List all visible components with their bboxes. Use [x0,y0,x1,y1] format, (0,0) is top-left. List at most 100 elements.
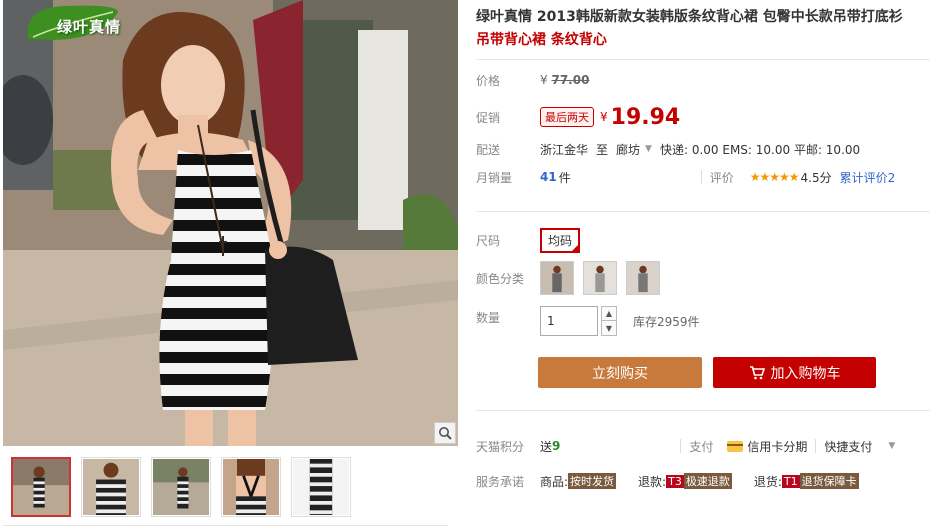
service-tag: 退货保障卡 [799,473,859,489]
cart-icon [749,365,765,380]
promo-badge: 最后两天 [540,107,594,127]
thumbnail-image [13,459,69,515]
size-option-selected[interactable]: 均码 [540,227,581,253]
color-swatch-2[interactable] [583,261,617,295]
thumbnail-image [83,459,139,515]
qty-decrease-icon[interactable]: ▼ [601,321,617,336]
sales-row: 月销量 41 件 评价 ★★★★★ 4.5分 累计评价2 [476,166,895,188]
swatch-image [584,262,616,294]
service-prefix: 退货: [753,474,782,489]
service-fast-refund[interactable]: 退款: T3 极速退款 [638,473,732,490]
swatch-image [541,262,573,294]
points-row: 天猫积分 送 9 支付 信用卡分期 快捷支付 ▼ [476,435,895,457]
product-title: 绿叶真情 2013韩版新款女装韩版条纹背心裙 包臀中长款吊带打底衫 [476,9,903,25]
thumbnail-image [153,459,209,515]
shipping-label: 配送 [476,142,501,157]
price-row: 价格 ¥ 77.00 [476,69,589,91]
color-label: 颜色分类 [476,271,525,286]
promo-row: 促销 最后两天 ¥ 19.94 [476,104,680,130]
size-row: 尺码 均码 [476,227,581,253]
sales-unit: 件 [558,170,571,185]
qty-increase-icon[interactable]: ▲ [601,306,617,321]
product-title-block: 绿叶真情 2013韩版新款女装韩版条纹背心裙 包臀中长款吊带打底衫 吊带背心裙 … [476,6,926,51]
points-divider [476,410,930,411]
thumbnail-5[interactable] [291,457,351,517]
reviews-link[interactable]: 累计评价2 [840,169,896,186]
quick-pay-option[interactable]: 快捷支付 [824,438,872,455]
points-value: 9 [552,439,561,453]
rating-score: 4.5分 [800,170,832,185]
service-ontime-shipping[interactable]: 商品: 按时发货 [540,473,617,490]
product-gallery: 绿叶真情 [3,0,458,531]
service-mark: T1 [781,474,800,488]
ship-to-word: 至 [596,142,609,157]
thumbnail-3[interactable] [151,457,211,517]
shipping-row: 配送 浙江金华 至 廊坊 ▼ 快递: 0.00 EMS: 10.00 平邮: 1… [476,138,860,160]
promo-currency: ¥ [600,110,608,124]
gallery-divider [3,525,448,526]
thumbnail-2[interactable] [81,457,141,517]
divider [680,439,682,453]
thumbnail-1[interactable] [11,457,71,517]
magnifier-icon [439,427,452,440]
selected-check-icon [570,242,581,253]
installment-option[interactable]: 信用卡分期 [747,438,807,455]
thumbnail-strip [11,457,351,517]
rating-label: 评价 [709,170,734,185]
promo-price: 19.94 [610,104,681,130]
divider [700,170,702,184]
title-divider [476,59,930,60]
divider [815,439,817,453]
chevron-down-icon[interactable]: ▼ [888,441,895,451]
options-divider [476,211,930,212]
quantity-stepper: ▲ ▼ [601,306,617,336]
chevron-down-icon[interactable]: ▼ [645,144,652,154]
rating-stars-icon: ★★★★★ [749,170,800,184]
original-currency: ¥ [540,73,548,87]
stock-count: 库存2959件 [633,314,700,329]
service-tag: 按时发货 [568,473,617,489]
size-label: 尺码 [476,233,501,248]
services-label: 服务承诺 [476,474,525,489]
size-option-text: 均码 [548,233,573,248]
quantity-input[interactable] [540,306,598,336]
points-label: 天猫积分 [476,439,525,454]
add-to-cart-button[interactable]: 加入购物车 [713,357,876,388]
service-tag: 极速退款 [683,473,732,489]
zoom-button[interactable] [434,422,456,444]
add-to-cart-label: 加入购物车 [770,365,841,382]
product-subtitle: 吊带背心裙 条纹背心 [476,32,607,48]
thumbnail-4[interactable] [221,457,281,517]
service-mark: T3 [666,474,684,488]
brand-watermark: 绿叶真情 [23,4,123,44]
payment-label: 支付 [689,439,714,454]
thumbnail-image [293,459,349,515]
buy-now-label: 立刻购买 [592,365,648,382]
quantity-label: 数量 [476,311,501,325]
service-prefix: 商品: [540,474,569,489]
original-price-value: 77.00 [551,73,590,87]
services-row: 服务承诺 商品: 按时发货 退款: T3 极速退款 退货: T1 退货保障卡 [476,470,881,492]
color-swatch-1[interactable] [540,261,574,295]
quantity-row: 数量 ▲ ▼ 库存2959件 [476,305,700,337]
main-product-photo[interactable]: 绿叶真情 [3,0,458,446]
promo-label: 促销 [476,110,501,125]
sales-label: 月销量 [476,170,513,185]
color-swatch-3[interactable] [626,261,660,295]
brand-watermark-text: 绿叶真情 [57,18,122,36]
service-return-card[interactable]: 退货: T1 退货保障卡 [754,473,859,490]
original-price: ¥ 77.00 [540,73,589,87]
product-photo-illustration [3,0,458,446]
service-prefix: 退款: [638,474,667,489]
ship-from: 浙江金华 [540,142,589,157]
swatch-image [627,262,659,294]
thumbnail-image [223,459,279,515]
shipping-fees: 快递: 0.00 EMS: 10.00 平邮: 10.00 [659,142,861,157]
sales-count: 41 [540,170,557,184]
color-row: 颜色分类 [476,260,669,296]
buy-now-button[interactable]: 立刻购买 [538,357,702,388]
price-label: 价格 [476,73,501,88]
points-send: 送 [540,439,553,454]
credit-card-icon [727,440,744,452]
ship-to-city[interactable]: 廊坊 [616,141,640,158]
